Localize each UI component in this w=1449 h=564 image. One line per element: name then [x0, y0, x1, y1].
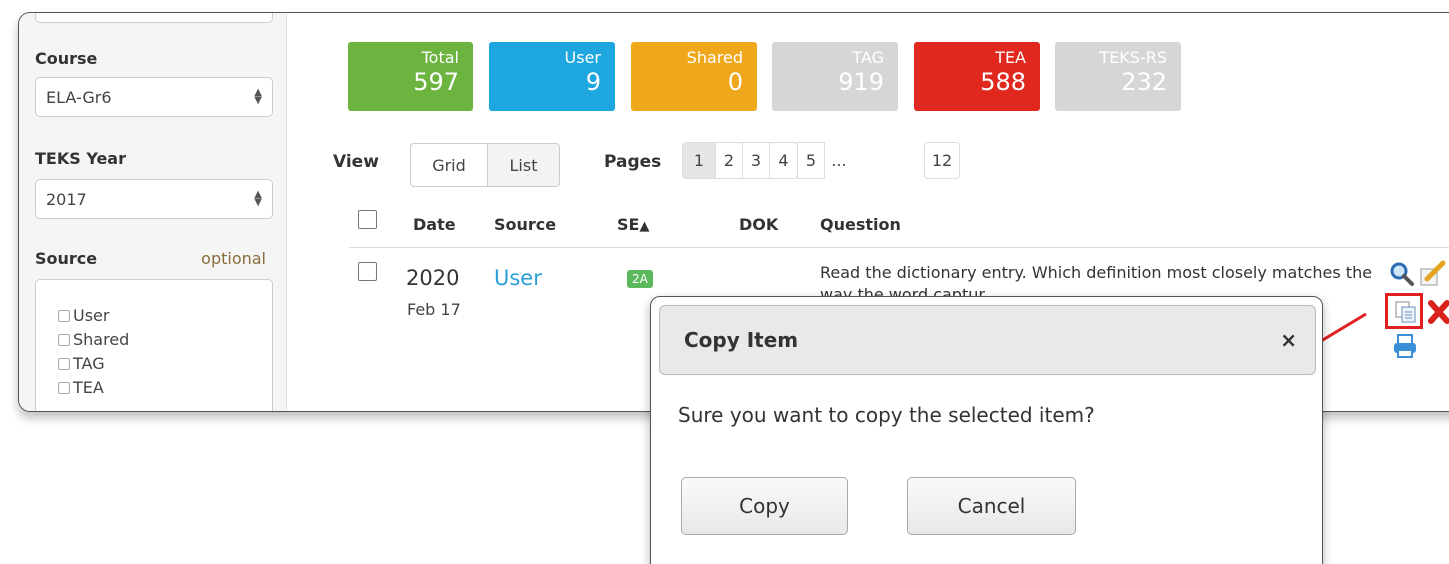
dialog-header: Copy Item × — [659, 305, 1316, 375]
close-icon[interactable]: × — [1280, 328, 1297, 352]
copy-button[interactable]: Copy — [681, 477, 848, 535]
copy-item-dialog: Copy Item × Sure you want to copy the se… — [650, 296, 1323, 564]
cancel-button[interactable]: Cancel — [907, 477, 1076, 535]
dialog-title: Copy Item — [684, 328, 799, 352]
dialog-message: Sure you want to copy the selected item? — [678, 403, 1095, 427]
